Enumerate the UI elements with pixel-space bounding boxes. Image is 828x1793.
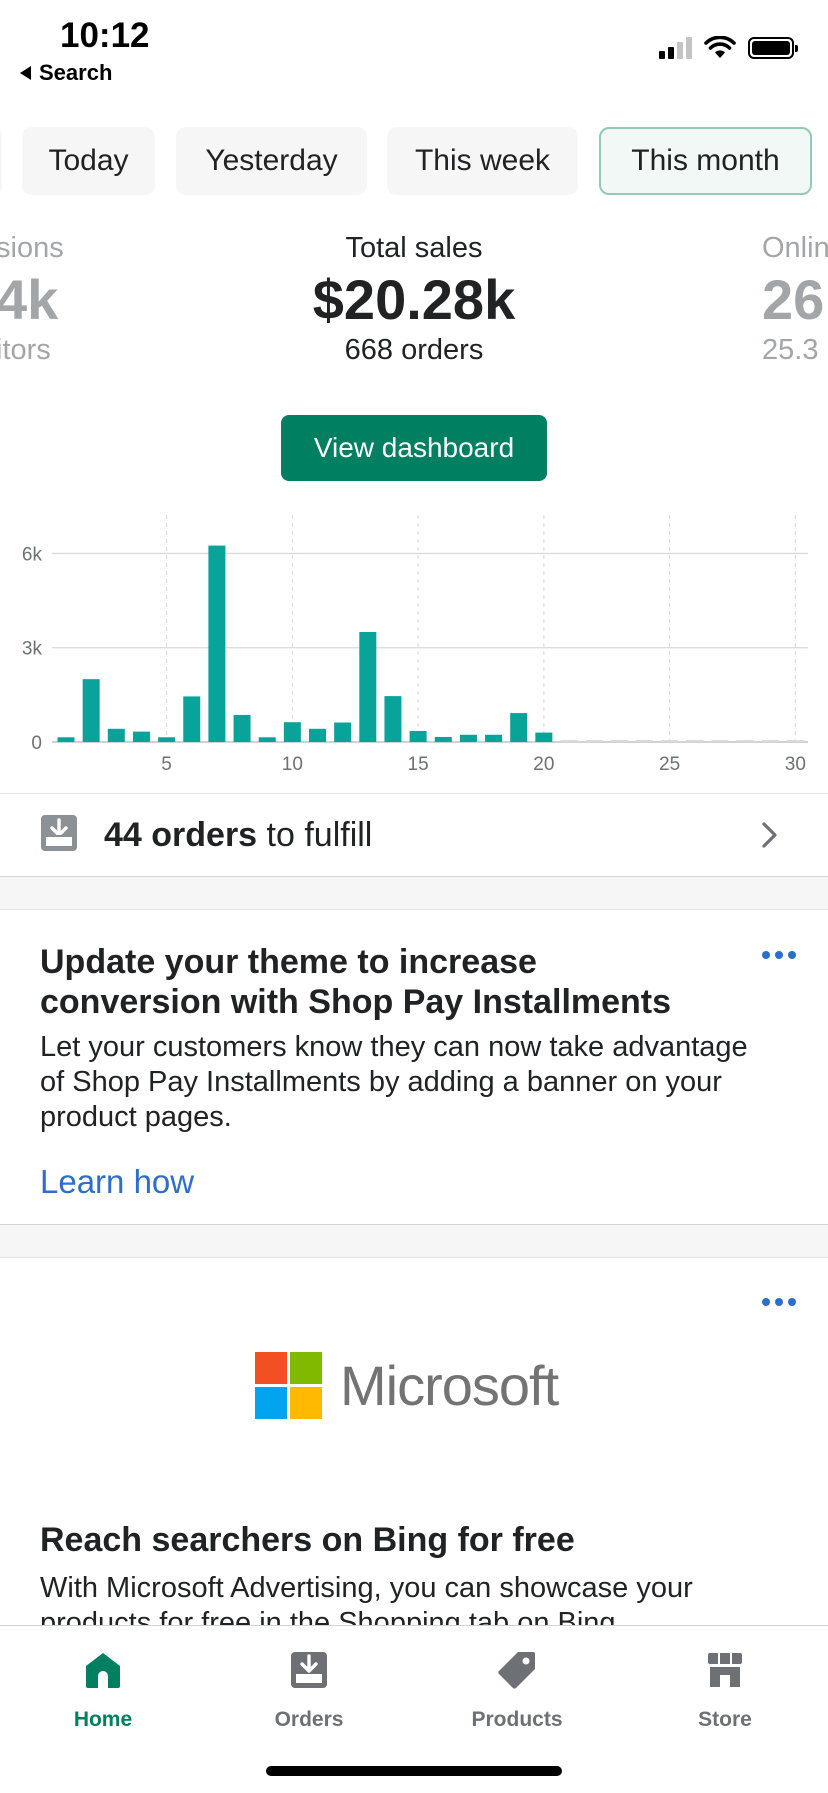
chart-bar	[158, 737, 176, 742]
tab-store[interactable]: Store	[645, 1646, 805, 1732]
tab-label: Store	[698, 1708, 752, 1731]
view-dashboard-button[interactable]: View dashboard	[281, 415, 547, 481]
orders-to-fulfill-text: 44 orders to fulfill	[104, 816, 373, 854]
sales-bar-chart: 0 3k 6k 5 10 15 20 25 30	[22, 515, 808, 775]
x-tick-label: 5	[161, 754, 172, 775]
chart-bar	[434, 736, 452, 742]
home-indicator	[266, 1766, 562, 1776]
chart-bar	[258, 737, 276, 742]
card-title: Update your theme to increase conversion…	[40, 943, 672, 1021]
chart-bar	[309, 728, 326, 742]
chart-bar	[334, 722, 352, 742]
back-arrow-icon	[20, 66, 31, 80]
metric-sub: itors	[0, 334, 51, 366]
card-body: Let your customers know they can now tak…	[40, 1031, 748, 1133]
store-icon	[708, 1653, 742, 1687]
chart-bar	[485, 734, 503, 742]
tab-today[interactable]: Today	[22, 127, 155, 195]
shop-pay-card: Update your theme to increase conversion…	[0, 909, 828, 1224]
tab-label: Home	[73, 1708, 133, 1731]
status-time: 10:12	[60, 16, 150, 55]
chart-bar	[283, 722, 301, 742]
section-divider	[0, 1224, 828, 1257]
chart-bar	[57, 737, 75, 742]
chart-bar	[459, 734, 477, 742]
chart-bar	[409, 731, 427, 742]
chart-bar	[183, 696, 201, 742]
status-icons	[659, 36, 798, 60]
orders-to-fulfill-row[interactable]: 44 orders to fulfill	[0, 793, 828, 876]
more-options-icon[interactable]	[762, 951, 796, 959]
microsoft-logo-icon	[255, 1352, 322, 1419]
orders-inbox-icon	[41, 815, 77, 851]
card-title: Reach searchers on Bing for free	[40, 1521, 575, 1559]
date-range-tabs: Today Yesterday This week This month	[0, 127, 828, 195]
y-tick-label: 6k	[22, 544, 43, 565]
x-tick-label: 20	[533, 754, 554, 775]
tag-icon	[498, 1652, 535, 1689]
card-body: With Microsoft Advertising, you can show…	[40, 1572, 693, 1626]
chart-bar	[510, 713, 528, 742]
more-options-icon[interactable]	[762, 1298, 796, 1306]
bing-card: Reach searchers on Bing for free With Mi…	[0, 1257, 828, 1626]
metric-value: 4k	[0, 268, 59, 331]
tab-this-month[interactable]: This month	[599, 127, 812, 195]
y-tick-label: 3k	[22, 639, 43, 660]
chart-bar	[132, 731, 150, 742]
tab-home[interactable]: Home	[23, 1646, 183, 1732]
section-divider	[0, 876, 828, 909]
wifi-icon	[704, 36, 736, 58]
chart-bar	[82, 679, 100, 742]
tab-this-week[interactable]: This week	[387, 127, 578, 195]
chevron-right-icon	[762, 822, 777, 848]
metric-label: Onlin	[762, 232, 828, 264]
chart-bar	[384, 696, 402, 742]
metric-total-sales[interactable]: Total sales $20.28k 668 orders	[214, 232, 614, 367]
back-to-search[interactable]: Search	[20, 60, 112, 86]
tab-yesterday[interactable]: Yesterday	[176, 127, 367, 195]
learn-how-link[interactable]: Learn how	[40, 1163, 194, 1201]
x-tick-label: 30	[785, 754, 806, 775]
metric-sub: 668 orders	[344, 334, 484, 366]
microsoft-logo: Microsoft	[255, 1352, 559, 1419]
metric-value: $20.28k	[312, 268, 516, 331]
cellular-signal-icon	[659, 37, 692, 59]
metric-label: sions	[0, 232, 64, 264]
home-icon	[86, 1653, 120, 1688]
x-tick-label: 25	[659, 754, 680, 775]
orders-icon	[291, 1652, 327, 1688]
microsoft-logo-text: Microsoft	[340, 1354, 559, 1417]
tab-label: Orders	[274, 1708, 344, 1731]
y-tick-label: 0	[31, 733, 42, 754]
metric-sub: 25.3	[762, 334, 819, 366]
metric-label: Total sales	[345, 232, 483, 264]
battery-icon	[748, 37, 798, 59]
tab-products[interactable]: Products	[437, 1646, 597, 1732]
tab-label: Products	[471, 1708, 563, 1731]
chart-bar	[535, 732, 553, 742]
chart-bar	[359, 632, 377, 742]
tab-partial[interactable]	[0, 127, 2, 195]
chart-bar	[107, 728, 125, 742]
metric-sessions[interactable]: sions 4k itors	[0, 232, 76, 367]
chart-bar	[208, 545, 226, 742]
metric-online-store[interactable]: Onlin 26 25.3	[762, 232, 828, 367]
x-tick-label: 15	[408, 754, 429, 775]
back-label: Search	[39, 60, 113, 85]
chart-bar	[233, 714, 251, 742]
x-tick-label: 10	[282, 754, 303, 775]
tab-orders[interactable]: Orders	[229, 1646, 389, 1732]
metric-value: 26	[762, 268, 825, 331]
